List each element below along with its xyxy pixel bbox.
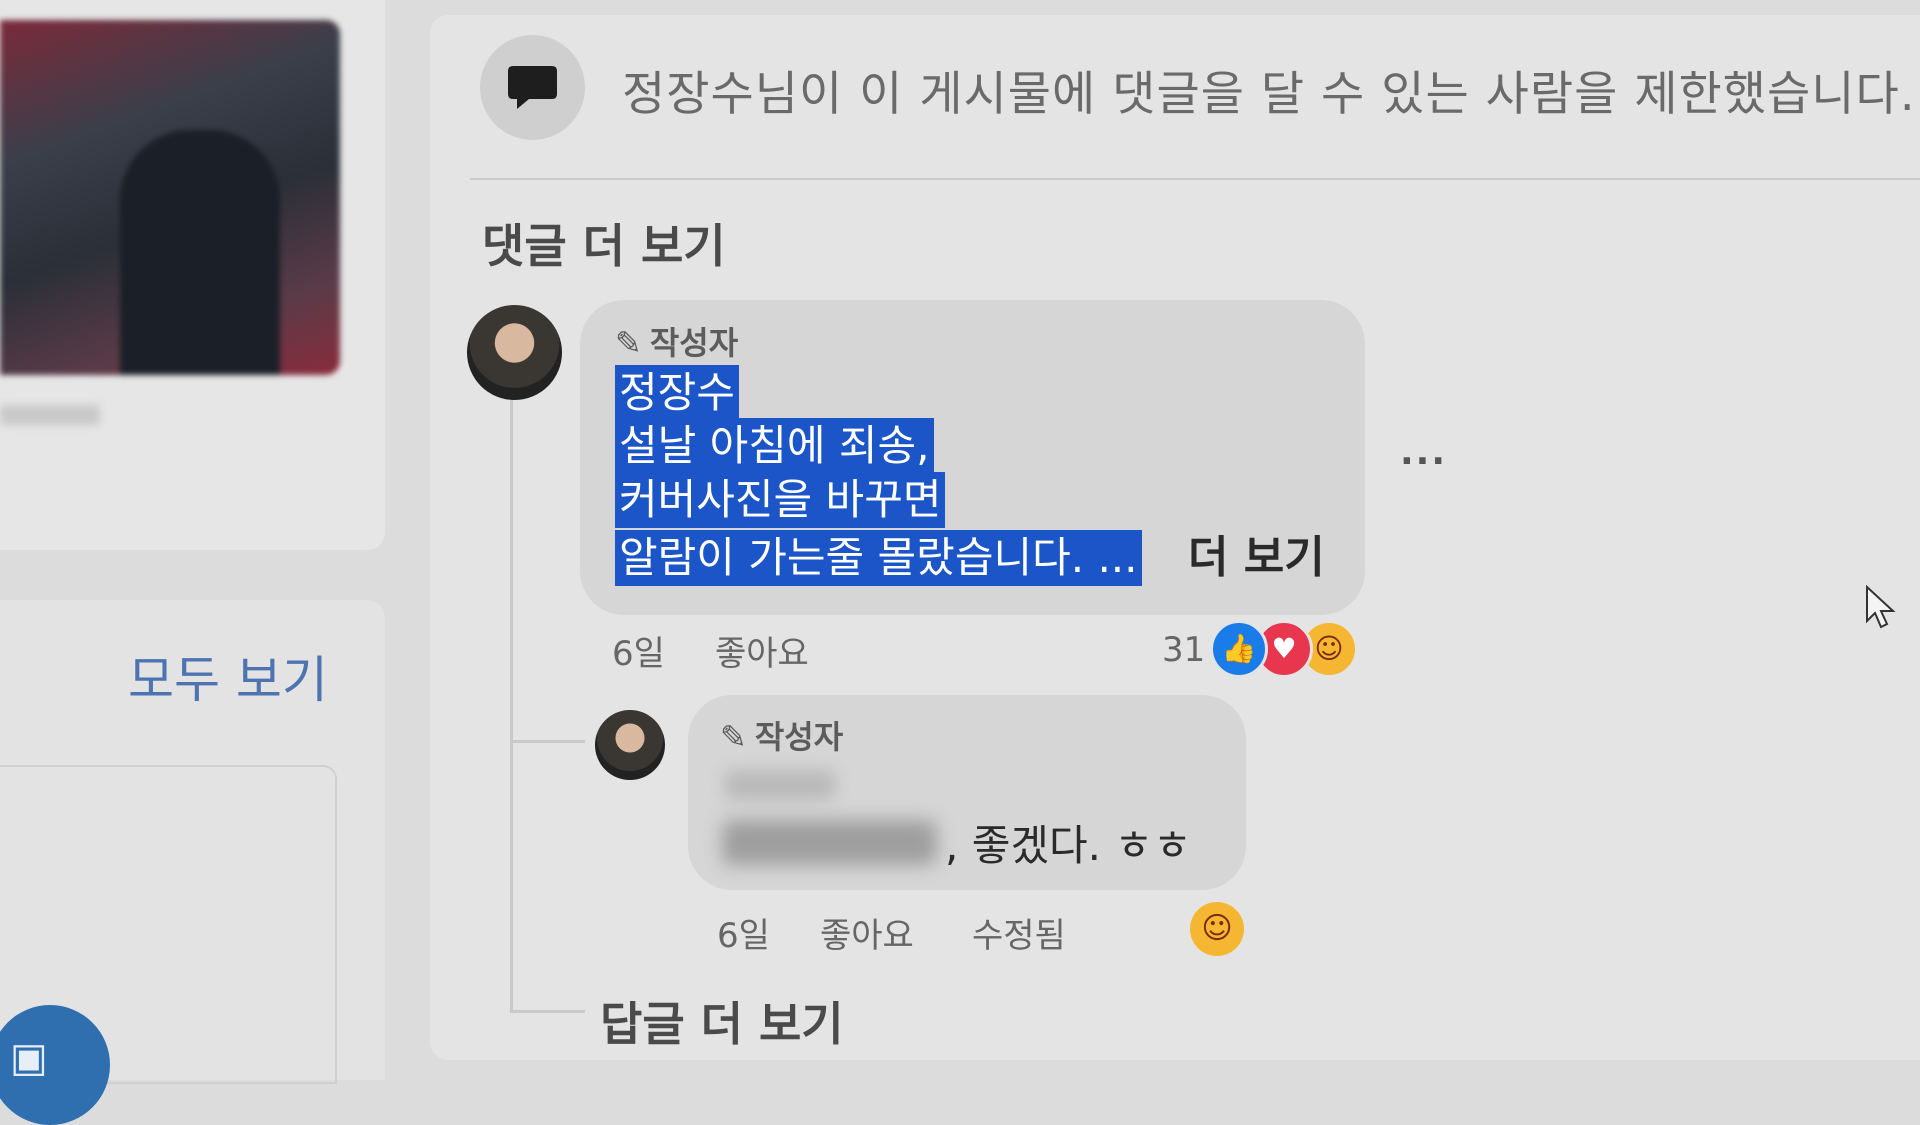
comment-text-line: 알람이 가는줄 몰랐습니다. ... [615, 530, 1142, 586]
see-more-link[interactable]: 더 보기 [1188, 530, 1325, 586]
comment-bubble-icon [480, 35, 585, 140]
avatar[interactable] [467, 305, 562, 400]
thread-line [510, 400, 513, 1010]
briefcase-icon: ▣ [10, 1035, 48, 1081]
reply-text: , 좋겠다. ㅎㅎ [945, 821, 1192, 870]
left-column: 모두 보기 ▣ [0, 0, 400, 1125]
like-button[interactable]: 좋아요 [820, 908, 914, 957]
mouse-cursor-icon [1865, 584, 1897, 635]
haha-icon[interactable]: ☺ [1190, 902, 1244, 956]
more-comments-link[interactable]: 댓글 더 보기 [482, 210, 726, 276]
like-button[interactable]: 좋아요 [715, 626, 809, 675]
comment-restriction-notice: 정장수님이 이 게시물에 댓글을 달 수 있는 사람을 제한했습니다. [622, 67, 1916, 122]
photo-caption-blurred [0, 405, 100, 425]
divider [470, 178, 1920, 180]
pencil-icon: ✎ [615, 324, 642, 362]
avatar[interactable] [595, 710, 665, 780]
reaction-summary[interactable]: 👍 ♥ ☺ [1210, 620, 1360, 678]
photo-card [0, 0, 385, 550]
blurred-reply-text [722, 820, 937, 865]
thread-branch [510, 1010, 585, 1013]
floating-action-button[interactable]: ▣ [0, 1005, 110, 1125]
post-photo[interactable] [0, 20, 340, 375]
reaction-count[interactable]: 31 [1162, 630, 1205, 670]
blurred-reply-author [725, 770, 835, 800]
thread-branch [510, 740, 585, 743]
more-options-button[interactable]: ... [1400, 432, 1447, 473]
author-badge: ✎ 작성자 [615, 324, 739, 362]
edited-label: 수정됨 [972, 916, 1066, 956]
comment-text-line: 설날 아침에 죄송, [615, 418, 934, 474]
pencil-icon: ✎ [720, 718, 747, 756]
like-icon: 👍 [1210, 620, 1268, 678]
comment-author-name[interactable]: 정장수 [615, 365, 739, 421]
see-all-link[interactable]: 모두 보기 [128, 640, 328, 712]
comment-time[interactable]: 6일 [612, 626, 665, 675]
more-replies-link[interactable]: 답글 더 보기 [600, 988, 844, 1054]
author-badge: ✎ 작성자 [720, 718, 844, 756]
comment-text-line: 커버사진을 바꾸면 [615, 472, 946, 528]
reply-time[interactable]: 6일 [717, 908, 770, 957]
